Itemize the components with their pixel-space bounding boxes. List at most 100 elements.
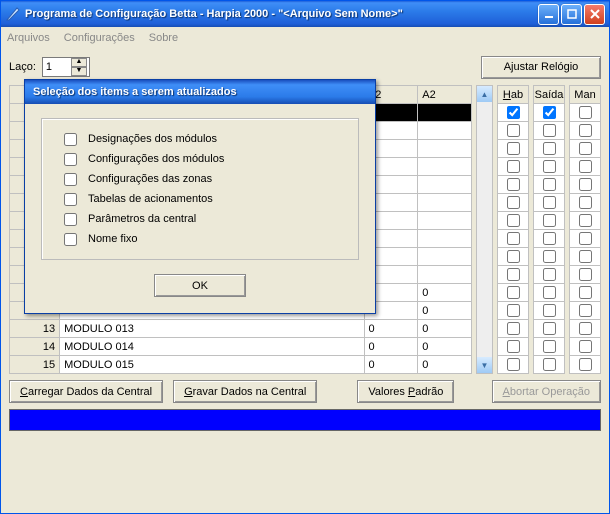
row-name[interactable]: MODULO 015 [60, 356, 364, 374]
row-name[interactable]: MODULO 013 [60, 320, 364, 338]
check-cell[interactable] [533, 284, 565, 302]
saida-checkbox[interactable] [543, 160, 556, 173]
check-cell[interactable] [569, 212, 601, 230]
dialog-option-row[interactable]: Nome fixo [60, 229, 340, 249]
check-cell[interactable] [533, 176, 565, 194]
close-button[interactable] [584, 4, 605, 25]
row-t2[interactable]: 0 [364, 338, 418, 356]
check-cell[interactable] [569, 248, 601, 266]
check-cell[interactable] [533, 212, 565, 230]
man-checkbox[interactable] [579, 106, 592, 119]
row-a2[interactable]: 0 [418, 338, 472, 356]
hab-checkbox[interactable] [507, 250, 520, 263]
man-checkbox[interactable] [579, 214, 592, 227]
man-checkbox[interactable] [579, 322, 592, 335]
check-cell[interactable] [569, 356, 601, 374]
saida-checkbox[interactable] [543, 340, 556, 353]
saida-checkbox[interactable] [543, 196, 556, 209]
row-a2[interactable]: 0 [418, 230, 472, 248]
hab-checkbox[interactable] [507, 232, 520, 245]
check-cell[interactable] [569, 104, 601, 122]
check-cell[interactable] [497, 302, 529, 320]
row-a2[interactable]: 0 [418, 140, 472, 158]
row-a2[interactable]: 0 [418, 122, 472, 140]
man-checkbox[interactable] [579, 160, 592, 173]
check-cell[interactable] [497, 248, 529, 266]
saida-checkbox[interactable] [543, 232, 556, 245]
row-a2[interactable]: 0 [418, 284, 472, 302]
man-checkbox[interactable] [579, 124, 592, 137]
dialog-option-checkbox[interactable] [64, 213, 77, 226]
hab-checkbox[interactable] [507, 214, 520, 227]
hab-checkbox[interactable] [507, 358, 520, 371]
saida-checkbox[interactable] [543, 322, 556, 335]
row-a2[interactable]: 0 [418, 176, 472, 194]
dialog-option-checkbox[interactable] [64, 133, 77, 146]
saida-checkbox[interactable] [543, 178, 556, 191]
dialog-option-row[interactable]: Designações dos módulos [60, 129, 340, 149]
dialog-ok-button[interactable]: OK [154, 274, 246, 297]
dialog-option-checkbox[interactable] [64, 193, 77, 206]
spin-up-icon[interactable]: ▲ [71, 58, 87, 67]
dialog-option-checkbox[interactable] [64, 153, 77, 166]
menu-configuracoes[interactable]: Configurações [64, 32, 135, 44]
check-cell[interactable] [497, 338, 529, 356]
carregar-button[interactable]: Carregar Dados da Central [9, 380, 163, 403]
check-cell[interactable] [569, 140, 601, 158]
saida-checkbox[interactable] [543, 268, 556, 281]
hab-checkbox[interactable] [507, 322, 520, 335]
saida-checkbox[interactable] [543, 106, 556, 119]
check-cell[interactable] [533, 320, 565, 338]
minimize-button[interactable] [538, 4, 559, 25]
scroll-down-icon[interactable]: ▼ [477, 357, 492, 373]
ajustar-relogio-button[interactable]: Ajustar Relógio [481, 56, 601, 79]
check-cell[interactable] [533, 266, 565, 284]
saida-checkbox[interactable] [543, 358, 556, 371]
check-cell[interactable] [497, 194, 529, 212]
man-checkbox[interactable] [579, 358, 592, 371]
row-a2[interactable]: 0 [418, 356, 472, 374]
row-t2[interactable]: 0 [364, 320, 418, 338]
check-cell[interactable] [497, 176, 529, 194]
dialog-option-row[interactable]: Parâmetros da central [60, 209, 340, 229]
row-a2[interactable]: 0 [418, 320, 472, 338]
hab-checkbox[interactable] [507, 178, 520, 191]
menu-sobre[interactable]: Sobre [149, 32, 178, 44]
table-row[interactable]: 14MODULO 01400 [10, 338, 472, 356]
row-a2[interactable]: 0 [418, 302, 472, 320]
hab-checkbox[interactable] [507, 340, 520, 353]
row-t2[interactable]: 0 [364, 356, 418, 374]
row-a2[interactable]: 0 [418, 248, 472, 266]
check-cell[interactable] [569, 284, 601, 302]
dialog-option-checkbox[interactable] [64, 233, 77, 246]
table-row[interactable]: 13MODULO 01300 [10, 320, 472, 338]
check-cell[interactable] [569, 320, 601, 338]
hab-checkbox[interactable] [507, 160, 520, 173]
check-cell[interactable] [533, 248, 565, 266]
dialog-option-row[interactable]: Tabelas de acionamentos [60, 189, 340, 209]
check-cell[interactable] [569, 194, 601, 212]
check-cell[interactable] [569, 266, 601, 284]
hab-checkbox[interactable] [507, 196, 520, 209]
check-cell[interactable] [533, 122, 565, 140]
hab-checkbox[interactable] [507, 286, 520, 299]
dialog-option-checkbox[interactable] [64, 173, 77, 186]
check-cell[interactable] [497, 230, 529, 248]
menu-arquivos[interactable]: Arquivos [7, 32, 50, 44]
check-cell[interactable] [497, 266, 529, 284]
saida-checkbox[interactable] [543, 142, 556, 155]
saida-checkbox[interactable] [543, 286, 556, 299]
check-cell[interactable] [569, 158, 601, 176]
check-cell[interactable] [533, 104, 565, 122]
hab-checkbox[interactable] [507, 142, 520, 155]
check-cell[interactable] [533, 356, 565, 374]
check-cell[interactable] [569, 230, 601, 248]
man-checkbox[interactable] [579, 304, 592, 317]
row-a2[interactable]: 0 [418, 104, 472, 122]
hab-checkbox[interactable] [507, 304, 520, 317]
man-checkbox[interactable] [579, 250, 592, 263]
man-checkbox[interactable] [579, 196, 592, 209]
check-cell[interactable] [533, 302, 565, 320]
check-cell[interactable] [533, 194, 565, 212]
man-checkbox[interactable] [579, 340, 592, 353]
